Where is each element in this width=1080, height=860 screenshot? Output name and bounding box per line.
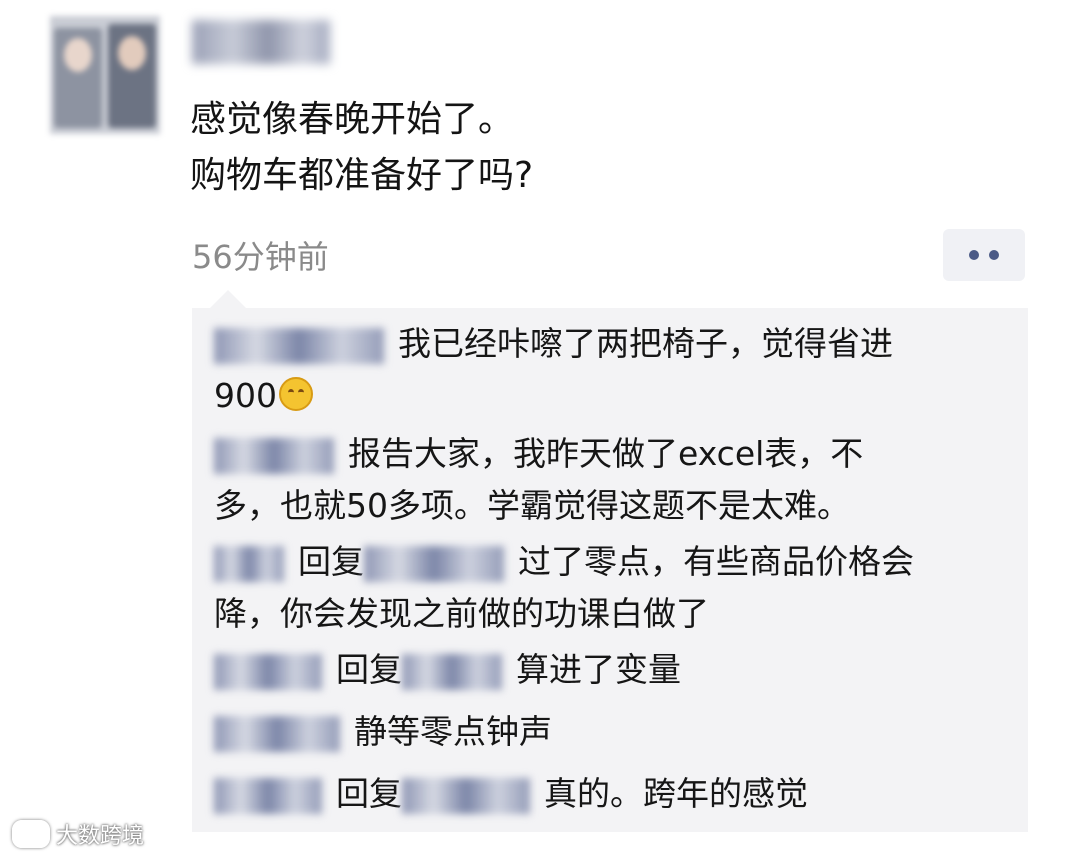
watermark-logo-icon [12, 820, 50, 848]
reply-label: 回复 [298, 542, 364, 581]
comment-item[interactable]: 报告大家，我昨天做了excel表，不 多，也就50多项。学霸觉得这题不是太难。 [214, 428, 1014, 532]
comment-text: 我已经咔嚓了两把椅子，觉得省进 [398, 324, 893, 363]
comment-text: 算进了变量 [516, 650, 681, 689]
reply-label: 回复 [336, 774, 402, 813]
comment-item[interactable]: 静等零点钟声 [214, 706, 1014, 758]
username-blurred[interactable] [192, 20, 330, 64]
reply-target-blurred[interactable] [402, 777, 530, 814]
reply-target-blurred[interactable] [364, 545, 504, 582]
comment-item[interactable]: 我已经咔嚓了两把椅子，觉得省进 900 [214, 318, 1014, 422]
reply-target-blurred[interactable] [402, 653, 502, 690]
grin-emoji-icon [279, 377, 313, 411]
comments-panel: 我已经咔嚓了两把椅子，觉得省进 900 报告大家，我昨天做了excel表，不 多… [192, 308, 1028, 832]
watermark: 大数跨境 [12, 818, 144, 850]
comment-pointer [210, 290, 246, 308]
comment-text: 报告大家，我昨天做了excel表，不 [348, 434, 864, 473]
reply-label: 回复 [336, 650, 402, 689]
more-options-button[interactable] [943, 229, 1025, 281]
watermark-text: 大数跨境 [56, 824, 145, 849]
comment-text: 过了零点，有些商品价格会 [518, 542, 914, 581]
comment-item[interactable]: 回复 过了零点，有些商品价格会 降，你会发现之前做的功课白做了 [214, 536, 1014, 640]
post-time: 56分钟前 [192, 238, 329, 276]
post-text: 感觉像春晚开始了。 购物车都准备好了吗? [190, 92, 1010, 204]
post-line: 购物车都准备好了吗? [190, 155, 534, 196]
comment-text: 静等零点钟声 [354, 712, 552, 751]
commenter-name-blurred[interactable] [214, 715, 340, 752]
avatar[interactable] [50, 16, 160, 134]
comment-text: 900 [214, 376, 277, 415]
comment-item[interactable]: 回复 真的。跨年的感觉 [214, 768, 1014, 820]
dot-icon [989, 250, 999, 260]
dot-icon [969, 250, 979, 260]
commenter-name-blurred[interactable] [214, 437, 334, 474]
comment-item[interactable]: 回复 算进了变量 [214, 644, 1014, 696]
commenter-name-blurred[interactable] [214, 327, 384, 364]
comment-text: 多，也就50多项。学霸觉得这题不是太难。 [214, 486, 850, 525]
comment-text: 真的。跨年的感觉 [544, 774, 808, 813]
commenter-name-blurred[interactable] [214, 545, 284, 582]
post-line: 感觉像春晚开始了。 [190, 99, 515, 140]
commenter-name-blurred[interactable] [214, 653, 322, 690]
commenter-name-blurred[interactable] [214, 777, 322, 814]
comment-text: 降，你会发现之前做的功课白做了 [214, 594, 709, 633]
